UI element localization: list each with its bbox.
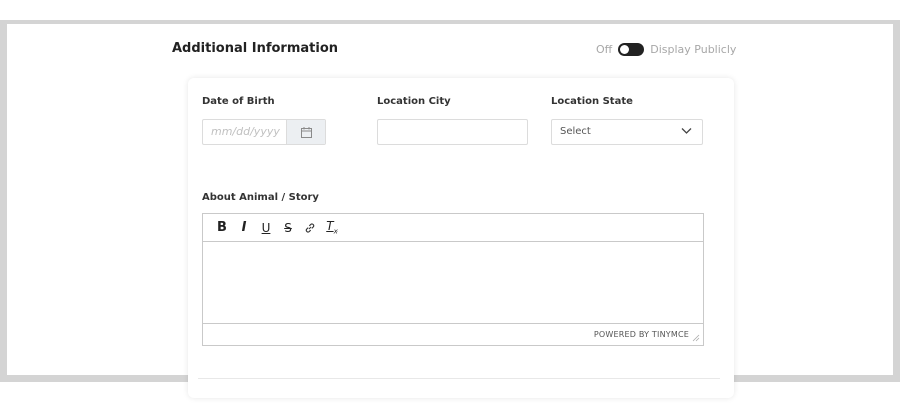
display-publicly-toggle[interactable] <box>618 43 645 56</box>
link-button[interactable] <box>299 217 321 239</box>
dob-placeholder: mm/dd/yyyy <box>211 125 280 138</box>
editor-toolbar: B I U S Tx <box>203 214 703 242</box>
toggle-label: Display Publicly <box>650 43 737 56</box>
bold-icon: B <box>217 220 227 235</box>
city-input[interactable] <box>377 119 528 145</box>
story-label: About Animal / Story <box>202 192 319 203</box>
page-frame: Additional Information Off Display Publi… <box>0 20 900 398</box>
story-rich-text-editor: B I U S Tx POWERED BY TINYMCE <box>202 213 704 346</box>
underline-button[interactable]: U <box>255 217 277 239</box>
italic-icon: I <box>241 220 247 235</box>
link-icon <box>305 222 315 233</box>
powered-by-link[interactable]: POWERED BY TINYMCE <box>594 330 689 339</box>
chevron-down-icon <box>681 128 692 134</box>
toggle-knob <box>620 45 630 54</box>
state-selected-value: Select <box>560 126 591 137</box>
editor-statusbar: POWERED BY TINYMCE <box>203 323 703 345</box>
italic-button[interactable]: I <box>233 217 255 239</box>
resize-grip-icon[interactable] <box>692 334 700 342</box>
bold-button[interactable]: B <box>211 217 233 239</box>
display-publicly-toggle-group: Off Display Publicly <box>596 43 736 56</box>
clear-formatting-button[interactable]: Tx <box>321 217 343 239</box>
calendar-button[interactable] <box>286 120 325 144</box>
city-label: Location City <box>377 96 451 107</box>
additional-info-card: Date of Birth mm/dd/yyyy Location City L… <box>188 78 734 398</box>
strikethrough-icon: S <box>284 220 292 235</box>
strikethrough-button[interactable]: S <box>277 217 299 239</box>
clear-formatting-icon: Tx <box>326 219 338 236</box>
dob-input[interactable]: mm/dd/yyyy <box>202 119 326 145</box>
section-title: Additional Information <box>172 41 339 56</box>
dob-label: Date of Birth <box>202 96 275 107</box>
toggle-off-label: Off <box>596 43 613 56</box>
editor-body[interactable] <box>203 242 703 325</box>
calendar-icon <box>300 126 312 138</box>
state-label: Location State <box>551 96 633 107</box>
state-select[interactable]: Select <box>551 119 703 145</box>
form-panel: Additional Information Off Display Publi… <box>7 24 893 398</box>
section-divider <box>198 378 720 379</box>
underline-icon: U <box>261 220 271 235</box>
